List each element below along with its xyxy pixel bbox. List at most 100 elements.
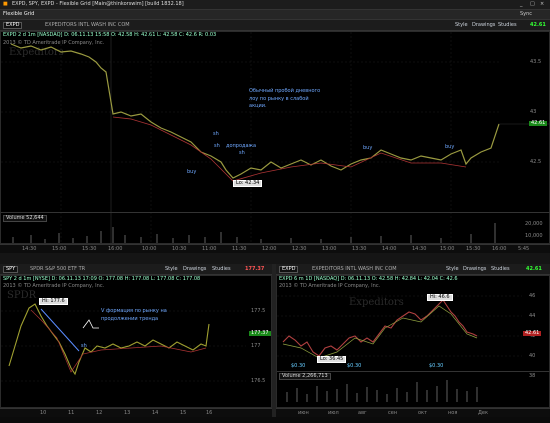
main-time-tick: 16:00 <box>492 246 507 252</box>
left-time-tick: 11 <box>68 410 75 416</box>
left-chart-header: SPY SPDR S&P 500 ETF TR Style Drawings S… <box>0 264 272 275</box>
main-time-tick: 12:00 <box>262 246 277 252</box>
sync-button[interactable]: Sync <box>520 12 532 17</box>
main-chart-area[interactable]: EXPD 2 d 1m [NASDAQ] D: 06.11.13 15:58 O… <box>0 31 550 245</box>
main-price-plot <box>1 32 550 245</box>
main-time-tick: 15:00 <box>440 246 455 252</box>
main-time-tick: 14:30 <box>412 246 427 252</box>
right-price-plot <box>277 295 522 402</box>
left-symbol-description: SPDR S&P 500 ETF TR <box>30 266 86 272</box>
right-price-line <box>282 299 478 357</box>
main-label-sh-2: sh <box>214 143 220 149</box>
right-time-tick: июл <box>328 410 339 416</box>
grid-toolbar: Flexible Grid Sync <box>0 10 550 20</box>
main-label-buy-2: buy <box>363 145 373 151</box>
left-chart-area[interactable]: SPY 2 d 1m [NYSE] D: 06.11.13 17:09 O: 1… <box>0 275 272 408</box>
left-time-tick: 12 <box>96 410 103 416</box>
right-dividend-badge[interactable]: $0.30 <box>429 364 443 369</box>
main-price-tick: 43 <box>530 109 537 115</box>
main-time-tick: 11:00 <box>202 246 217 252</box>
left-high-label: Hi: 177.6 <box>39 298 68 305</box>
left-symbol-selector[interactable]: SPY <box>3 266 19 273</box>
main-time-tick: 11:30 <box>232 246 247 252</box>
maximize-button[interactable]: □ <box>530 2 535 7</box>
main-label-sh-1: sh <box>213 131 219 137</box>
left-drawings-button[interactable]: Drawings <box>183 267 206 272</box>
main-time-tick: 14:00 <box>382 246 397 252</box>
right-chart-area[interactable]: EXPD 6 m 1D [NASDAQ] D: 06.11.13 O: 42.5… <box>276 275 550 408</box>
right-symbol-description: EXPEDITORS INTL WASH INC COM <box>312 266 397 272</box>
right-price-tick: 40 <box>529 353 536 359</box>
app-icon: ■ <box>3 1 8 7</box>
right-volume-divider <box>277 371 550 372</box>
main-volume-tick: 20,000 <box>525 221 543 227</box>
left-v-sketch <box>82 319 99 329</box>
right-time-tick: окт <box>418 410 427 416</box>
right-volume-bars <box>286 380 478 402</box>
right-symbol-selector[interactable]: EXPD <box>279 266 299 273</box>
left-label-sh: sh <box>81 343 87 349</box>
left-price-tick: 176.5 <box>251 378 266 384</box>
main-volume-bars <box>12 223 496 243</box>
left-studies-button[interactable]: Studies <box>212 267 231 272</box>
left-current-price-box: 177.37 <box>249 330 271 336</box>
main-chart-header: EXPD EXPEDITORS INTL WASH INC COM Style … <box>0 20 550 31</box>
right-volume-label: Volume 2,266,713 <box>279 373 331 380</box>
main-time-tick: 5:45 <box>518 246 530 252</box>
main-label-additional-sale: допродажа <box>226 143 257 149</box>
main-price-tick: 42.5 <box>530 159 542 165</box>
left-time-tick: 16 <box>206 410 213 416</box>
right-high-label: Hi: 46.6 <box>427 294 453 301</box>
left-price-tick: 177 <box>251 343 261 349</box>
horizontal-splitter[interactable] <box>0 253 550 264</box>
right-dividend-badge[interactable]: $0.30 <box>347 364 361 369</box>
right-time-tick: сен <box>388 410 398 416</box>
main-time-tick: 12:30 <box>292 246 307 252</box>
right-time-tick: Дек <box>478 410 489 416</box>
main-volume-tick: 10,000 <box>525 233 543 239</box>
main-time-tick: 14:30 <box>22 246 37 252</box>
right-time-axis: июн июл авг сен окт ноя Дек <box>276 408 550 417</box>
main-time-tick: 16:00 <box>108 246 123 252</box>
main-volume-divider <box>1 212 550 213</box>
main-symbol-description: EXPEDITORS INTL WASH INC COM <box>45 22 130 28</box>
left-time-tick: 13 <box>124 410 131 416</box>
close-button[interactable]: × <box>540 2 544 7</box>
main-time-tick: 13:00 <box>322 246 337 252</box>
right-drawings-button[interactable]: Drawings <box>463 267 486 272</box>
right-time-tick: авг <box>358 410 367 416</box>
main-price-line-red <box>112 116 467 182</box>
main-price-line <box>10 43 500 179</box>
minimize-button[interactable]: _ <box>520 2 523 7</box>
main-time-tick: 15:30 <box>466 246 481 252</box>
tab-flexible-grid[interactable]: Flexible Grid <box>3 12 34 17</box>
left-price-tick: 177.5 <box>251 308 266 314</box>
app-window: ■ EXPD, SPY, EXPD - Flexible Grid [Main@… <box>0 0 550 423</box>
main-last-price: 42.61 <box>530 22 546 28</box>
main-time-tick: 10:00 <box>142 246 157 252</box>
main-annotation-line-1: Обычный пробой дневного <box>249 88 321 94</box>
main-style-button[interactable]: Style <box>455 23 468 28</box>
right-studies-button[interactable]: Studies <box>491 267 510 272</box>
right-dividend-badge[interactable]: $0.30 <box>291 364 305 369</box>
main-drawings-button[interactable]: Drawings <box>472 23 495 28</box>
right-current-price-box: 42.61 <box>523 330 542 336</box>
right-price-tick: 44 <box>529 313 536 319</box>
left-time-tick: 10 <box>40 410 47 416</box>
right-style-button[interactable]: Style <box>446 267 459 272</box>
panel-splitter[interactable] <box>272 264 276 417</box>
main-low-label: Lo: 42.34 <box>233 180 263 187</box>
main-studies-button[interactable]: Studies <box>498 23 517 28</box>
main-time-tick: 13:30 <box>352 246 367 252</box>
left-annotation-line-2: продолжении тренда <box>101 315 159 322</box>
main-symbol-selector[interactable]: EXPD <box>3 22 23 29</box>
main-time-tick: 15:30 <box>82 246 97 252</box>
right-price-tick: 38 <box>529 373 536 379</box>
left-style-button[interactable]: Style <box>165 267 178 272</box>
right-price-tick: 46 <box>529 293 536 299</box>
left-last-price: 177.37 <box>245 266 265 272</box>
main-label-sh-3: sh <box>239 150 245 156</box>
title-bar[interactable]: ■ EXPD, SPY, EXPD - Flexible Grid [Main@… <box>0 0 550 10</box>
main-current-price-box: 42.61 <box>529 120 548 126</box>
right-time-tick: июн <box>298 410 309 416</box>
